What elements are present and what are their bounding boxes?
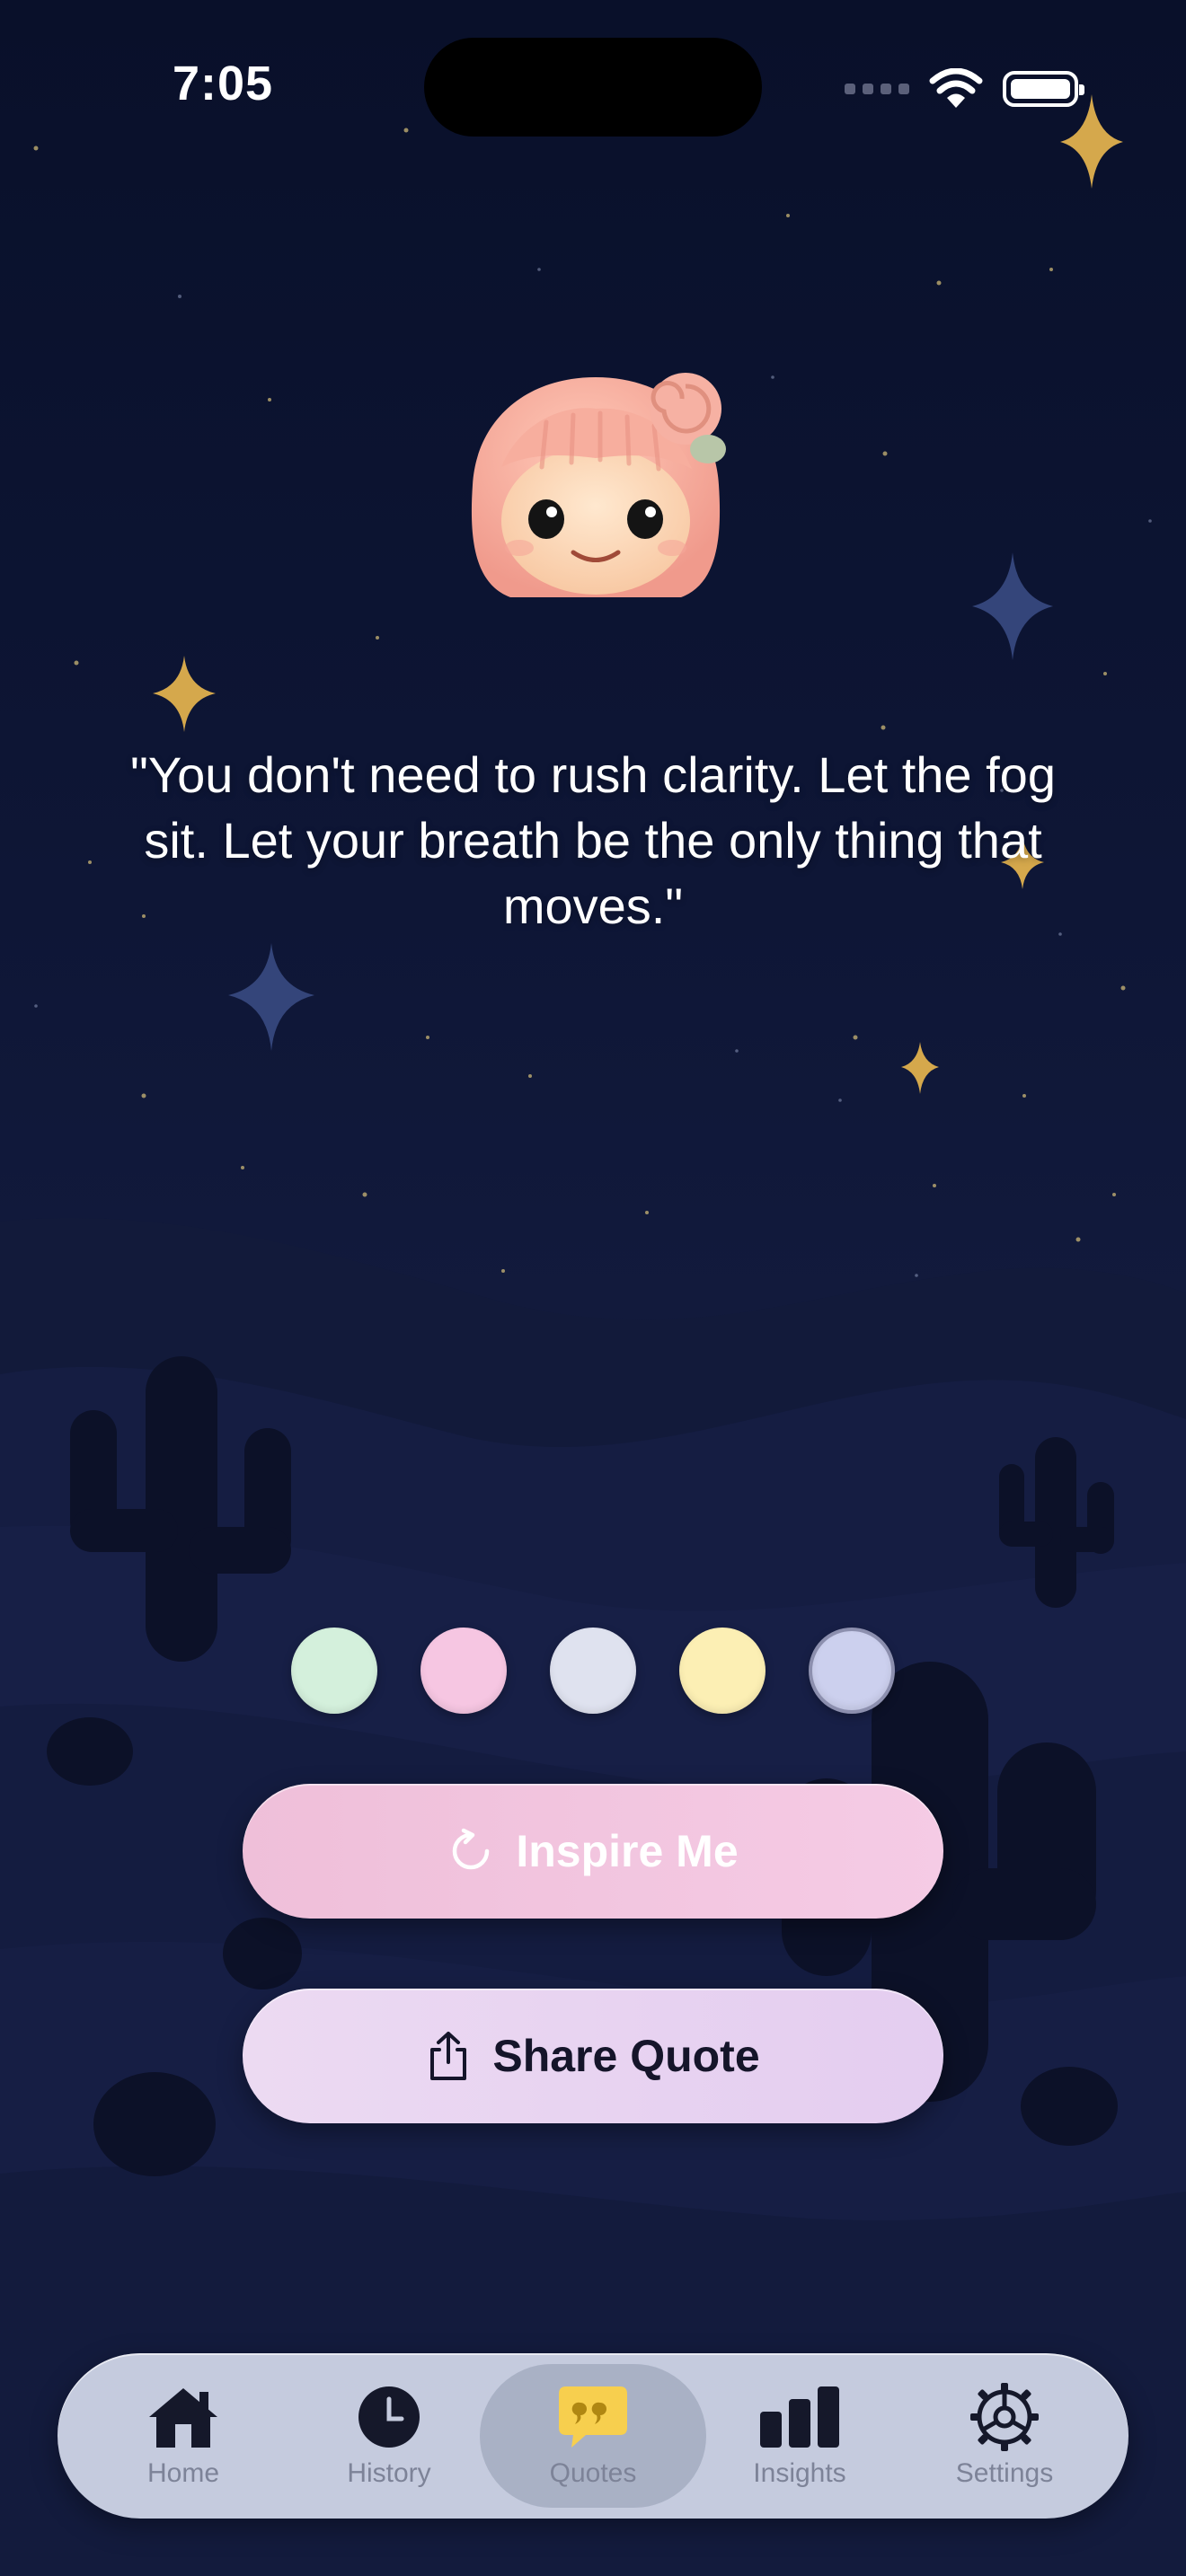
wifi-icon	[929, 68, 983, 108]
tab-insights[interactable]: Insights	[686, 2364, 913, 2508]
color-swatch-yellow[interactable]	[679, 1628, 766, 1714]
bar-chart-icon	[760, 2386, 839, 2448]
color-picker	[291, 1628, 897, 1714]
tab-history-label: History	[347, 2458, 431, 2488]
color-swatch-gray-blue[interactable]	[550, 1628, 636, 1714]
color-swatch-lavender[interactable]	[809, 1628, 895, 1714]
tab-settings-label: Settings	[955, 2458, 1054, 2488]
cellular-signal-icon	[845, 84, 909, 94]
tab-home-label: Home	[146, 2458, 220, 2488]
quote-bubble-icon	[559, 2386, 627, 2448]
refresh-icon	[453, 1828, 490, 1870]
color-swatch-mint[interactable]	[291, 1628, 377, 1714]
house-icon	[149, 2388, 217, 2448]
mascot-avatar	[471, 373, 726, 597]
share-icon	[430, 2032, 467, 2080]
share-quote-button[interactable]: Share Quote	[243, 1989, 943, 2123]
tab-settings[interactable]: Settings	[891, 2364, 1118, 2508]
tab-bar: Home History Quotes Insights Settings	[58, 2353, 1128, 2519]
battery-icon	[1003, 71, 1084, 107]
dynamic-island	[424, 38, 762, 137]
clock-icon	[358, 2386, 420, 2448]
tab-history[interactable]: History	[276, 2364, 502, 2508]
tab-quotes-label: Quotes	[549, 2458, 637, 2488]
tab-home[interactable]: Home	[70, 2364, 296, 2508]
quote-text: "You don't need to rush clarity. Let the…	[130, 746, 1056, 934]
color-swatch-pink[interactable]	[420, 1628, 507, 1714]
status-indicators	[845, 66, 1084, 111]
tab-quotes[interactable]: Quotes	[480, 2364, 706, 2508]
inspire-me-button[interactable]: Inspire Me	[243, 1784, 943, 1919]
inspire-me-label: Inspire Me	[516, 1826, 739, 1876]
status-time: 7:05	[173, 57, 274, 110]
gear-icon	[970, 2383, 1039, 2451]
tab-insights-label: Insights	[753, 2458, 846, 2488]
share-quote-label: Share Quote	[492, 2031, 760, 2081]
